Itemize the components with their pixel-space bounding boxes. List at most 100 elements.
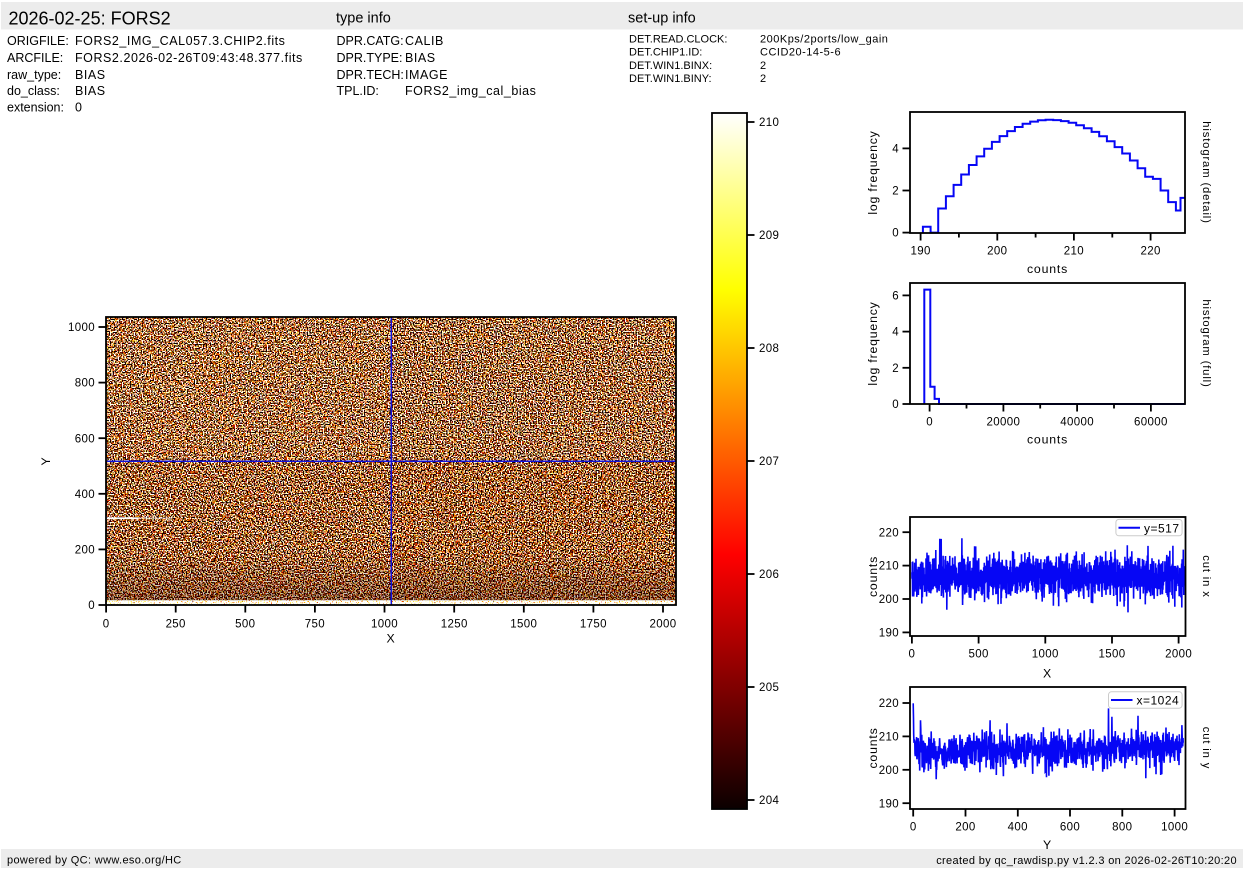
- svg-text:200: 200: [75, 545, 95, 557]
- svg-text:400: 400: [75, 489, 95, 501]
- svg-text:DPR.TECH:: DPR.TECH:: [337, 68, 404, 82]
- svg-text:750: 750: [305, 619, 325, 631]
- svg-text:600: 600: [75, 433, 95, 445]
- svg-text:6: 6: [892, 291, 899, 303]
- svg-text:set-up info: set-up info: [628, 11, 696, 27]
- svg-text:TPL.ID:: TPL.ID:: [337, 84, 379, 98]
- svg-text:log frequency: log frequency: [866, 130, 880, 214]
- svg-text:0: 0: [103, 619, 110, 631]
- svg-text:0: 0: [75, 101, 83, 115]
- svg-text:BIAS: BIAS: [405, 51, 436, 65]
- svg-text:220: 220: [879, 527, 899, 539]
- svg-text:0: 0: [892, 228, 899, 240]
- svg-text:1000: 1000: [371, 619, 398, 631]
- svg-text:400: 400: [1008, 822, 1028, 834]
- svg-text:BIAS: BIAS: [75, 68, 106, 82]
- svg-text:220: 220: [879, 698, 899, 710]
- svg-text:X: X: [386, 632, 395, 646]
- svg-text:DPR.CATG:: DPR.CATG:: [337, 34, 404, 48]
- svg-text:Y: Y: [39, 456, 53, 465]
- svg-text:1000: 1000: [1032, 649, 1059, 661]
- svg-text:powered by QC: www.eso.org/HC: powered by QC: www.eso.org/HC: [7, 855, 182, 867]
- svg-text:600: 600: [1060, 822, 1080, 834]
- svg-text:190: 190: [879, 628, 899, 640]
- svg-text:0: 0: [909, 649, 916, 661]
- svg-text:extension:: extension:: [7, 101, 64, 115]
- svg-text:220: 220: [1140, 246, 1160, 258]
- svg-text:counts: counts: [1027, 262, 1068, 276]
- svg-text:2: 2: [892, 363, 899, 375]
- svg-text:FORS2_img_cal_bias: FORS2_img_cal_bias: [405, 84, 536, 98]
- svg-text:800: 800: [1112, 822, 1132, 834]
- svg-text:BIAS: BIAS: [75, 84, 106, 98]
- svg-text:207: 207: [759, 456, 779, 468]
- svg-text:250: 250: [166, 619, 186, 631]
- svg-text:500: 500: [968, 649, 988, 661]
- svg-text:0: 0: [88, 600, 95, 612]
- svg-text:counts: counts: [1027, 433, 1068, 447]
- svg-text:204: 204: [759, 795, 779, 807]
- svg-text:190: 190: [879, 798, 899, 810]
- svg-text:2: 2: [760, 73, 767, 85]
- svg-text:log frequency: log frequency: [866, 301, 880, 385]
- svg-text:DET.READ.CLOCK:: DET.READ.CLOCK:: [629, 34, 727, 46]
- svg-text:2026-02-25: FORS2: 2026-02-25: FORS2: [9, 9, 171, 29]
- svg-text:210: 210: [879, 732, 899, 744]
- svg-text:190: 190: [910, 246, 930, 258]
- svg-text:cut in y: cut in y: [1200, 727, 1212, 770]
- svg-text:2: 2: [760, 60, 767, 72]
- svg-text:2000: 2000: [1165, 649, 1192, 661]
- svg-text:2: 2: [892, 186, 899, 198]
- svg-text:20000: 20000: [987, 417, 1021, 429]
- svg-text:y=517: y=517: [1144, 521, 1180, 535]
- svg-text:200: 200: [955, 822, 975, 834]
- svg-text:ARCFILE:: ARCFILE:: [7, 51, 63, 65]
- svg-text:800: 800: [75, 378, 95, 390]
- svg-text:DPR.TYPE:: DPR.TYPE:: [337, 51, 403, 65]
- svg-text:4: 4: [892, 144, 899, 156]
- svg-text:206: 206: [759, 569, 779, 581]
- svg-text:200: 200: [987, 246, 1007, 258]
- svg-text:210: 210: [759, 117, 779, 129]
- svg-text:X: X: [1043, 667, 1052, 681]
- svg-text:created by qc_rawdisp.py v1.2.: created by qc_rawdisp.py v1.2.3 on 2026-…: [936, 855, 1237, 867]
- svg-text:200: 200: [879, 765, 899, 777]
- svg-text:205: 205: [759, 682, 779, 694]
- svg-text:40000: 40000: [1060, 417, 1094, 429]
- svg-text:60000: 60000: [1134, 417, 1168, 429]
- svg-text:210: 210: [879, 561, 899, 573]
- svg-text:2000: 2000: [650, 619, 677, 631]
- svg-text:CALIB: CALIB: [405, 34, 444, 48]
- svg-text:counts: counts: [866, 556, 880, 597]
- svg-text:500: 500: [235, 619, 255, 631]
- svg-text:1500: 1500: [510, 619, 537, 631]
- svg-text:cut in x: cut in x: [1200, 555, 1212, 598]
- svg-text:raw_type:: raw_type:: [7, 68, 61, 82]
- svg-text:1250: 1250: [441, 619, 468, 631]
- svg-text:x=1024: x=1024: [1137, 693, 1180, 707]
- svg-text:DET.WIN1.BINY:: DET.WIN1.BINY:: [629, 73, 712, 85]
- svg-text:histogram (full): histogram (full): [1200, 299, 1212, 387]
- svg-text:1500: 1500: [1099, 649, 1126, 661]
- svg-text:CCID20-14-5-6: CCID20-14-5-6: [760, 47, 841, 59]
- svg-text:0: 0: [926, 417, 933, 429]
- svg-text:209: 209: [759, 230, 779, 242]
- svg-text:IMAGE: IMAGE: [405, 68, 448, 82]
- svg-text:200: 200: [879, 594, 899, 606]
- svg-text:200Kps/2ports/low_gain: 200Kps/2ports/low_gain: [760, 34, 888, 46]
- svg-text:1750: 1750: [580, 619, 607, 631]
- svg-text:ORIGFILE:: ORIGFILE:: [7, 34, 69, 48]
- svg-text:208: 208: [759, 343, 779, 355]
- svg-text:1000: 1000: [68, 322, 95, 334]
- svg-text:0: 0: [910, 822, 917, 834]
- svg-text:0: 0: [892, 399, 899, 411]
- svg-text:4: 4: [892, 327, 899, 339]
- svg-text:counts: counts: [866, 727, 880, 768]
- svg-text:210: 210: [1064, 246, 1084, 258]
- svg-text:DET.CHIP1.ID:: DET.CHIP1.ID:: [629, 47, 702, 59]
- svg-text:Y: Y: [1043, 838, 1052, 852]
- svg-text:FORS2_IMG_CAL057.3.CHIP2.fits: FORS2_IMG_CAL057.3.CHIP2.fits: [75, 34, 285, 48]
- svg-text:do_class:: do_class:: [7, 84, 60, 98]
- svg-text:histogram (detail): histogram (detail): [1200, 121, 1212, 224]
- svg-text:1000: 1000: [1161, 822, 1188, 834]
